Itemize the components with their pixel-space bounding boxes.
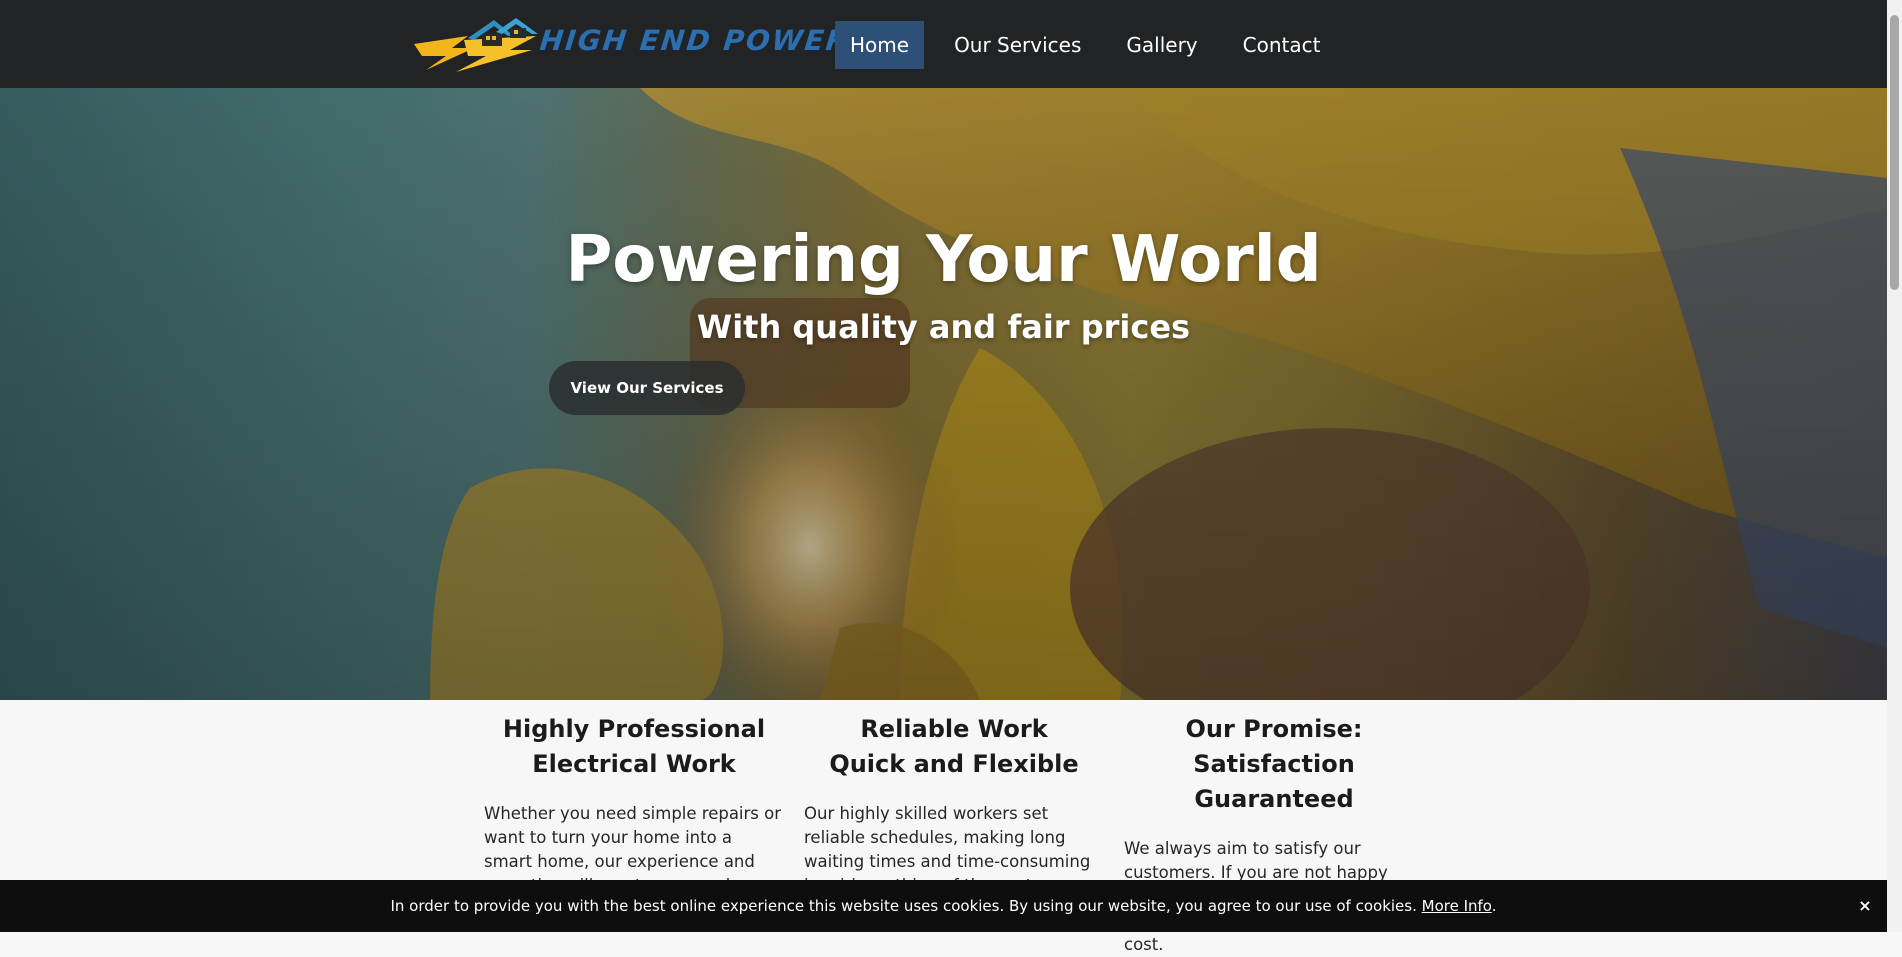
page-scrollbar[interactable] <box>1887 0 1902 932</box>
lightning-house-icon <box>414 18 538 72</box>
feature-title: Highly Professional Electrical Work <box>502 715 766 778</box>
feature-reliable: Reliable Work Quick and Flexible Our hig… <box>804 700 1104 898</box>
hero-title: Powering Your World <box>565 223 1322 297</box>
nav-contact[interactable]: Contact <box>1228 21 1336 69</box>
view-services-button[interactable]: View Our Services <box>549 361 745 415</box>
hero-subtitle: With quality and fair prices <box>696 308 1191 346</box>
scrollbar-thumb[interactable] <box>1890 15 1899 290</box>
hero-background-image <box>0 88 1887 700</box>
feature-title: Our Promise: Satisfaction Guaranteed <box>1185 715 1363 813</box>
cookie-banner: In order to provide you with the best on… <box>0 880 1887 932</box>
main-nav: Home Our Services Gallery Contact <box>835 21 1350 69</box>
brand-name: HIGH END POWER <box>538 24 852 57</box>
cookie-more-info-link[interactable]: More Info <box>1422 897 1492 915</box>
feature-title: Reliable Work Quick and Flexible <box>829 715 1079 778</box>
feature-professional: Highly Professional Electrical Work Whet… <box>484 700 784 898</box>
cookie-text: In order to provide you with the best on… <box>390 897 1417 915</box>
cookie-close-icon[interactable]: × <box>1853 880 1877 932</box>
site-header: HIGH END POWER Home Our Services Gallery… <box>0 0 1887 88</box>
nav-gallery[interactable]: Gallery <box>1111 21 1212 69</box>
hero-banner: Powering Your World With quality and fai… <box>0 88 1887 700</box>
nav-our-services[interactable]: Our Services <box>939 21 1096 69</box>
brand-logo[interactable]: HIGH END POWER <box>412 14 851 74</box>
nav-home[interactable]: Home <box>835 21 925 69</box>
cookie-period: . <box>1491 897 1497 915</box>
